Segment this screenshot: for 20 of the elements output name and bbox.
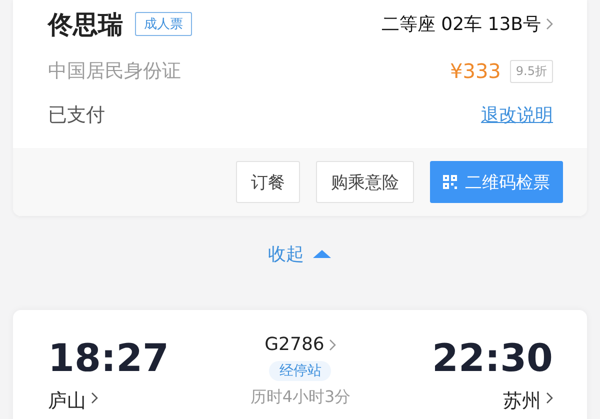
arrival-station[interactable]: 苏州 [502,388,541,414]
action-button[interactable]: 订餐 [236,161,300,203]
action-button[interactable]: 购乘意险 [316,161,414,203]
trip-duration: 历时4小时3分 [250,387,351,408]
ticket-type-tag: 成人票 [135,12,192,36]
price: ¥333 [450,59,501,83]
arrival-time: 22:30 [432,335,553,382]
id-type: 中国居民身份证 [48,59,181,84]
chevron-right-icon [329,338,336,350]
train-number[interactable]: G2786 [264,334,324,355]
chevron-right-icon [546,392,553,404]
qr-code-icon [443,175,457,189]
seat-info[interactable]: 二等座 02车 13B号 [381,12,541,36]
chevron-right-icon [91,392,98,404]
passenger-name: 佟思瑞 [48,8,123,40]
departure-station[interactable]: 庐山 [48,388,86,414]
payment-status: 已支付 [48,103,105,128]
chevron-right-icon [546,18,553,30]
departure-time: 18:27 [48,335,169,382]
discount-tag: 9.5折 [510,60,553,82]
